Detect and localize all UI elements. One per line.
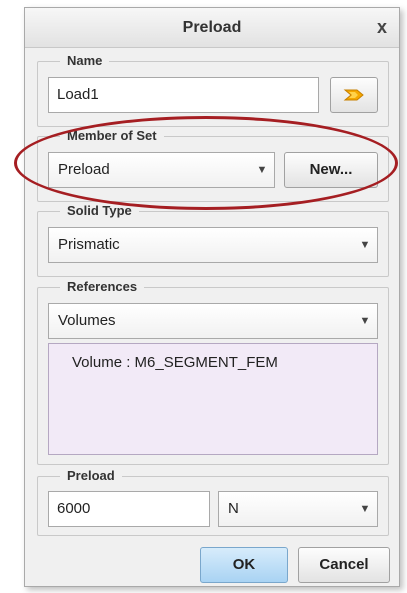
references-value: Volumes [58,312,116,329]
name-legend: Name [60,53,110,69]
member-of-set-value: Preload [58,161,110,178]
solid-type-group: Solid Type Prismatic ▼ [37,203,389,277]
unit-dropdown[interactable]: N ▼ [218,491,378,527]
member-of-set-dropdown[interactable]: Preload ▼ [48,152,275,188]
color-button[interactable] [330,77,378,113]
name-field[interactable]: Load1 [48,77,319,113]
list-item[interactable]: Volume : M6_SEGMENT_FEM [72,354,278,371]
solid-type-legend: Solid Type [60,203,139,219]
solid-type-value: Prismatic [58,236,120,253]
references-dropdown[interactable]: Volumes ▼ [48,303,378,339]
member-of-set-group: Member of Set Preload ▼ New... [37,128,389,202]
close-icon[interactable]: x [377,17,387,37]
preload-dialog: Preload x Name Load1 Member of Set Prelo… [24,7,400,587]
chevron-down-icon[interactable]: ▼ [353,228,377,262]
dialog-title: Preload [182,19,242,36]
color-swatch-icon [343,89,364,101]
cancel-button[interactable]: Cancel [298,547,390,583]
preload-value-field[interactable]: 6000 [48,491,210,527]
preload-legend: Preload [60,468,122,484]
references-legend: References [60,279,145,295]
ok-button[interactable]: OK [200,547,288,583]
solid-type-dropdown[interactable]: Prismatic ▼ [48,227,378,263]
chevron-down-icon[interactable]: ▼ [353,304,377,338]
chevron-down-icon[interactable]: ▼ [250,153,274,187]
name-group: Name Load1 [37,53,389,127]
title-bar[interactable]: Preload x [25,8,399,48]
references-group: References Volumes ▼ Volume : M6_SEGMENT… [37,279,389,465]
member-of-set-legend: Member of Set [60,128,164,144]
new-button[interactable]: New... [284,152,378,188]
references-list[interactable]: Volume : M6_SEGMENT_FEM [48,343,378,455]
chevron-down-icon[interactable]: ▼ [353,492,377,526]
preload-value-group: Preload 6000 N ▼ [37,468,389,536]
unit-value: N [228,500,239,517]
